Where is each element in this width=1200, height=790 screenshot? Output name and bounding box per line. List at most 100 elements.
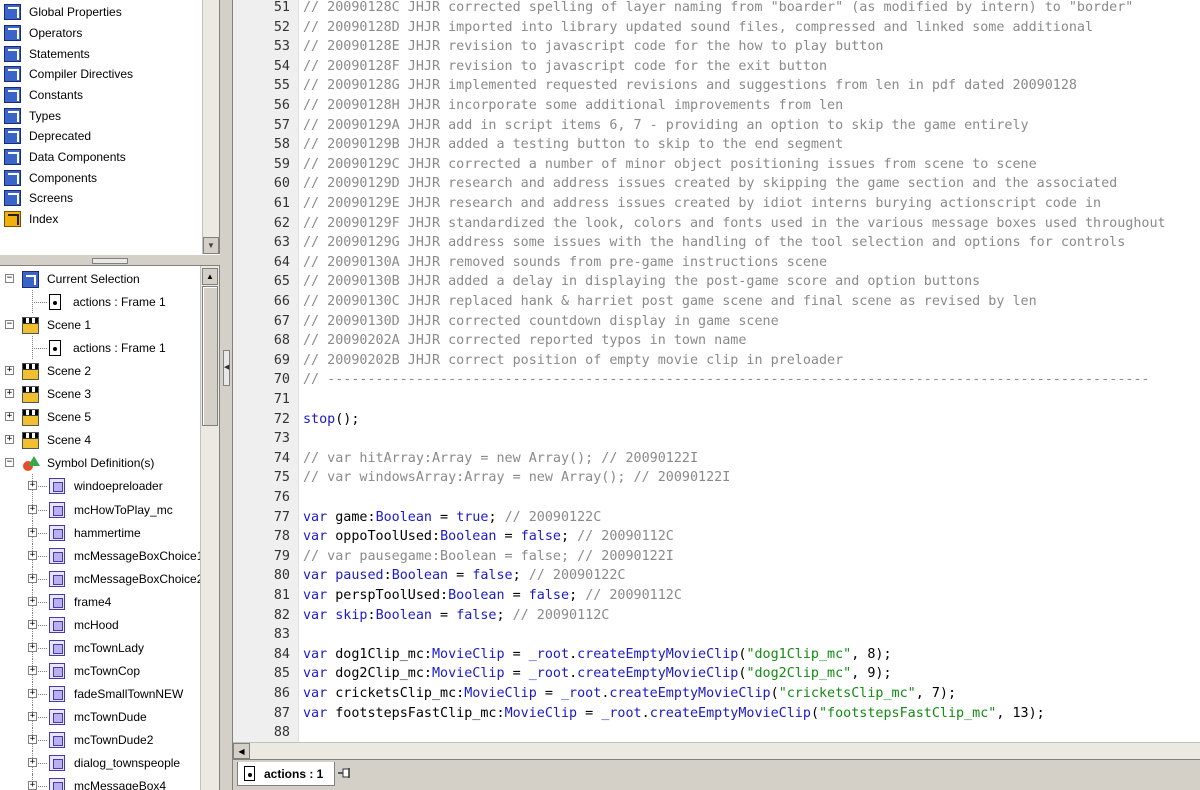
code-line[interactable]: // 20090128C JHJR corrected spelling of …: [303, 0, 1133, 18]
tree-scrollbar[interactable]: ▲: [200, 266, 219, 790]
expand-icon[interactable]: +: [5, 389, 14, 399]
pin-script-icon[interactable]: [337, 766, 353, 780]
tab-actions-frame-1[interactable]: actions : 1: [237, 762, 335, 786]
toolbox-item[interactable]: Global Properties: [0, 2, 202, 22]
tree-node[interactable]: Scene 3: [22, 383, 91, 406]
expand-icon[interactable]: +: [28, 688, 37, 698]
collapse-icon[interactable]: −: [5, 320, 14, 330]
toolbox-item[interactable]: Components: [0, 168, 202, 188]
tree-node[interactable]: mcTownCop: [49, 659, 140, 682]
tree-node[interactable]: mcMessageBoxChoice1: [49, 544, 203, 567]
code-line[interactable]: // 20090202B JHJR correct position of em…: [303, 351, 843, 371]
tree-node[interactable]: Symbol Definition(s): [22, 452, 154, 475]
expand-icon[interactable]: +: [28, 758, 37, 768]
expand-icon[interactable]: +: [28, 573, 37, 583]
tree-node[interactable]: actions : Frame 1: [49, 337, 166, 360]
code-line[interactable]: // 20090129D JHJR research and address i…: [303, 174, 1117, 194]
expand-icon[interactable]: +: [28, 504, 37, 514]
code-line[interactable]: // 20090129E JHJR research and address i…: [303, 194, 1101, 214]
collapse-icon[interactable]: −: [5, 458, 14, 468]
code-line[interactable]: // 20090128F JHJR revision to javascript…: [303, 57, 827, 77]
tree-scroll-thumb[interactable]: [202, 286, 218, 426]
expand-icon[interactable]: +: [28, 481, 37, 491]
tree-node[interactable]: mcHowToPlay_mc: [49, 498, 173, 521]
expand-icon[interactable]: +: [28, 665, 37, 675]
code-line[interactable]: // 20090128E JHJR revision to javascript…: [303, 37, 883, 57]
code-line[interactable]: // 20090128H JHJR incorporate some addit…: [303, 96, 843, 116]
tree-node[interactable]: mcMessageBoxChoice2: [49, 567, 203, 590]
code-line[interactable]: stop();: [303, 410, 359, 430]
tree-node[interactable]: Scene 4: [22, 429, 91, 452]
tree-node[interactable]: dialog_townspeople: [49, 752, 180, 775]
code-line[interactable]: var game:Boolean = true; // 20090122C: [303, 508, 601, 528]
toolbox-item[interactable]: Data Components: [0, 147, 202, 167]
toolbox-splitter[interactable]: [0, 254, 220, 266]
code-line[interactable]: // 20090128G JHJR implemented requested …: [303, 76, 1077, 96]
expand-icon[interactable]: +: [5, 435, 14, 445]
code-line[interactable]: // 20090130D JHJR corrected countdown di…: [303, 312, 779, 332]
tree-node[interactable]: Scene 1: [22, 314, 91, 337]
code-line[interactable]: // 20090202A JHJR corrected reported typ…: [303, 331, 746, 351]
tree-node[interactable]: mcTownLady: [49, 636, 144, 659]
expand-icon[interactable]: +: [28, 596, 37, 606]
scroll-up-arrow-icon[interactable]: ▲: [202, 268, 218, 285]
code-line[interactable]: // var windowsArray:Array = new Array();…: [303, 468, 730, 488]
tree-node[interactable]: fadeSmallTownNEW: [49, 682, 183, 705]
script-editor[interactable]: 51 52 53 54 55 56 57 58 59 60 61 62 63 64 65 66 67 68 69 70…: [233, 0, 1200, 742]
tree-node[interactable]: hammertime: [49, 521, 141, 544]
tree-node[interactable]: Scene 2: [22, 360, 91, 383]
code-line[interactable]: var skip:Boolean = false; // 20090112C: [303, 606, 609, 626]
collapse-icon[interactable]: −: [5, 274, 14, 283]
code-line[interactable]: var dog1Clip_mc:MovieClip = _root.create…: [303, 645, 892, 665]
code-line[interactable]: var oppoToolUsed:Boolean = false; // 200…: [303, 527, 674, 547]
code-line[interactable]: // var hitArray:Array = new Array(); // …: [303, 449, 698, 469]
tree-node[interactable]: Current Selection: [22, 268, 140, 291]
toolbox-item[interactable]: Operators: [0, 23, 202, 43]
code-line[interactable]: // 20090130A JHJR removed sounds from pr…: [303, 253, 827, 273]
tree-node[interactable]: frame4: [49, 590, 111, 613]
code-line[interactable]: // 20090129A JHJR add in script items 6,…: [303, 116, 1029, 136]
toolbox-item[interactable]: Compiler Directives: [0, 64, 202, 84]
toolbox-scrollbar[interactable]: ▼: [202, 0, 219, 254]
panel-splitter[interactable]: ◀: [221, 0, 233, 790]
code-line[interactable]: var cricketsClip_mc:MovieClip = _root.cr…: [303, 684, 956, 704]
editor-horizontal-scrollbar[interactable]: ◀: [233, 742, 1200, 759]
expand-icon[interactable]: +: [28, 527, 37, 537]
expand-icon[interactable]: +: [5, 366, 14, 376]
expand-icon[interactable]: +: [28, 735, 37, 744]
code-line[interactable]: var paused:Boolean = false; // 20090122C: [303, 566, 626, 586]
code-line[interactable]: // var pausegame:Boolean = false; // 200…: [303, 547, 674, 567]
expand-icon[interactable]: +: [28, 619, 37, 629]
code-line[interactable]: // 20090129F JHJR standardized the look,…: [303, 214, 1166, 234]
expand-icon[interactable]: +: [28, 781, 37, 790]
code-line[interactable]: var perspToolUsed:Boolean = false; // 20…: [303, 586, 682, 606]
toolbox-item[interactable]: Types: [0, 106, 202, 126]
code-line[interactable]: // 20090129B JHJR added a testing button…: [303, 135, 843, 155]
toolbox-item[interactable]: Index: [0, 209, 202, 229]
toolbox-item[interactable]: Constants: [0, 85, 202, 105]
code-line[interactable]: // 20090128D JHJR imported into library …: [303, 18, 1093, 38]
toolbox-item[interactable]: Screens: [0, 188, 202, 208]
expand-icon[interactable]: +: [28, 642, 37, 652]
code-line[interactable]: // 20090130B JHJR added a delay in displ…: [303, 272, 980, 292]
code-line[interactable]: // -------------------------------------…: [303, 370, 1150, 390]
code-line[interactable]: // 20090130C JHJR replaced hank & harrie…: [303, 292, 1037, 312]
tree-node[interactable]: windoepreloader: [49, 475, 163, 498]
tree-node[interactable]: mcHood: [49, 613, 119, 636]
tree-node[interactable]: actions : Frame 1: [49, 291, 166, 314]
toolbox-item[interactable]: Statements: [0, 44, 202, 64]
expand-icon[interactable]: +: [28, 711, 37, 721]
scroll-left-arrow-icon[interactable]: ◀: [233, 743, 250, 759]
code-line[interactable]: // 20090129G JHJR address some issues wi…: [303, 233, 1125, 253]
tree-node[interactable]: mcTownDude2: [49, 729, 153, 752]
tree-node[interactable]: mcTownDude: [49, 705, 147, 728]
tree-node[interactable]: mcMessageBox4: [49, 775, 166, 790]
splitter-grip-icon[interactable]: [92, 258, 128, 264]
collapse-panel-icon[interactable]: ◀: [223, 350, 230, 386]
code-line[interactable]: var dog2Clip_mc:MovieClip = _root.create…: [303, 664, 892, 684]
expand-icon[interactable]: +: [5, 412, 14, 422]
code-line[interactable]: // 20090129C JHJR corrected a number of …: [303, 155, 1037, 175]
toolbox-item[interactable]: Deprecated: [0, 126, 202, 146]
code-line[interactable]: var footstepsFastClip_mc:MovieClip = _ro…: [303, 704, 1045, 724]
tree-node[interactable]: Scene 5: [22, 406, 91, 429]
